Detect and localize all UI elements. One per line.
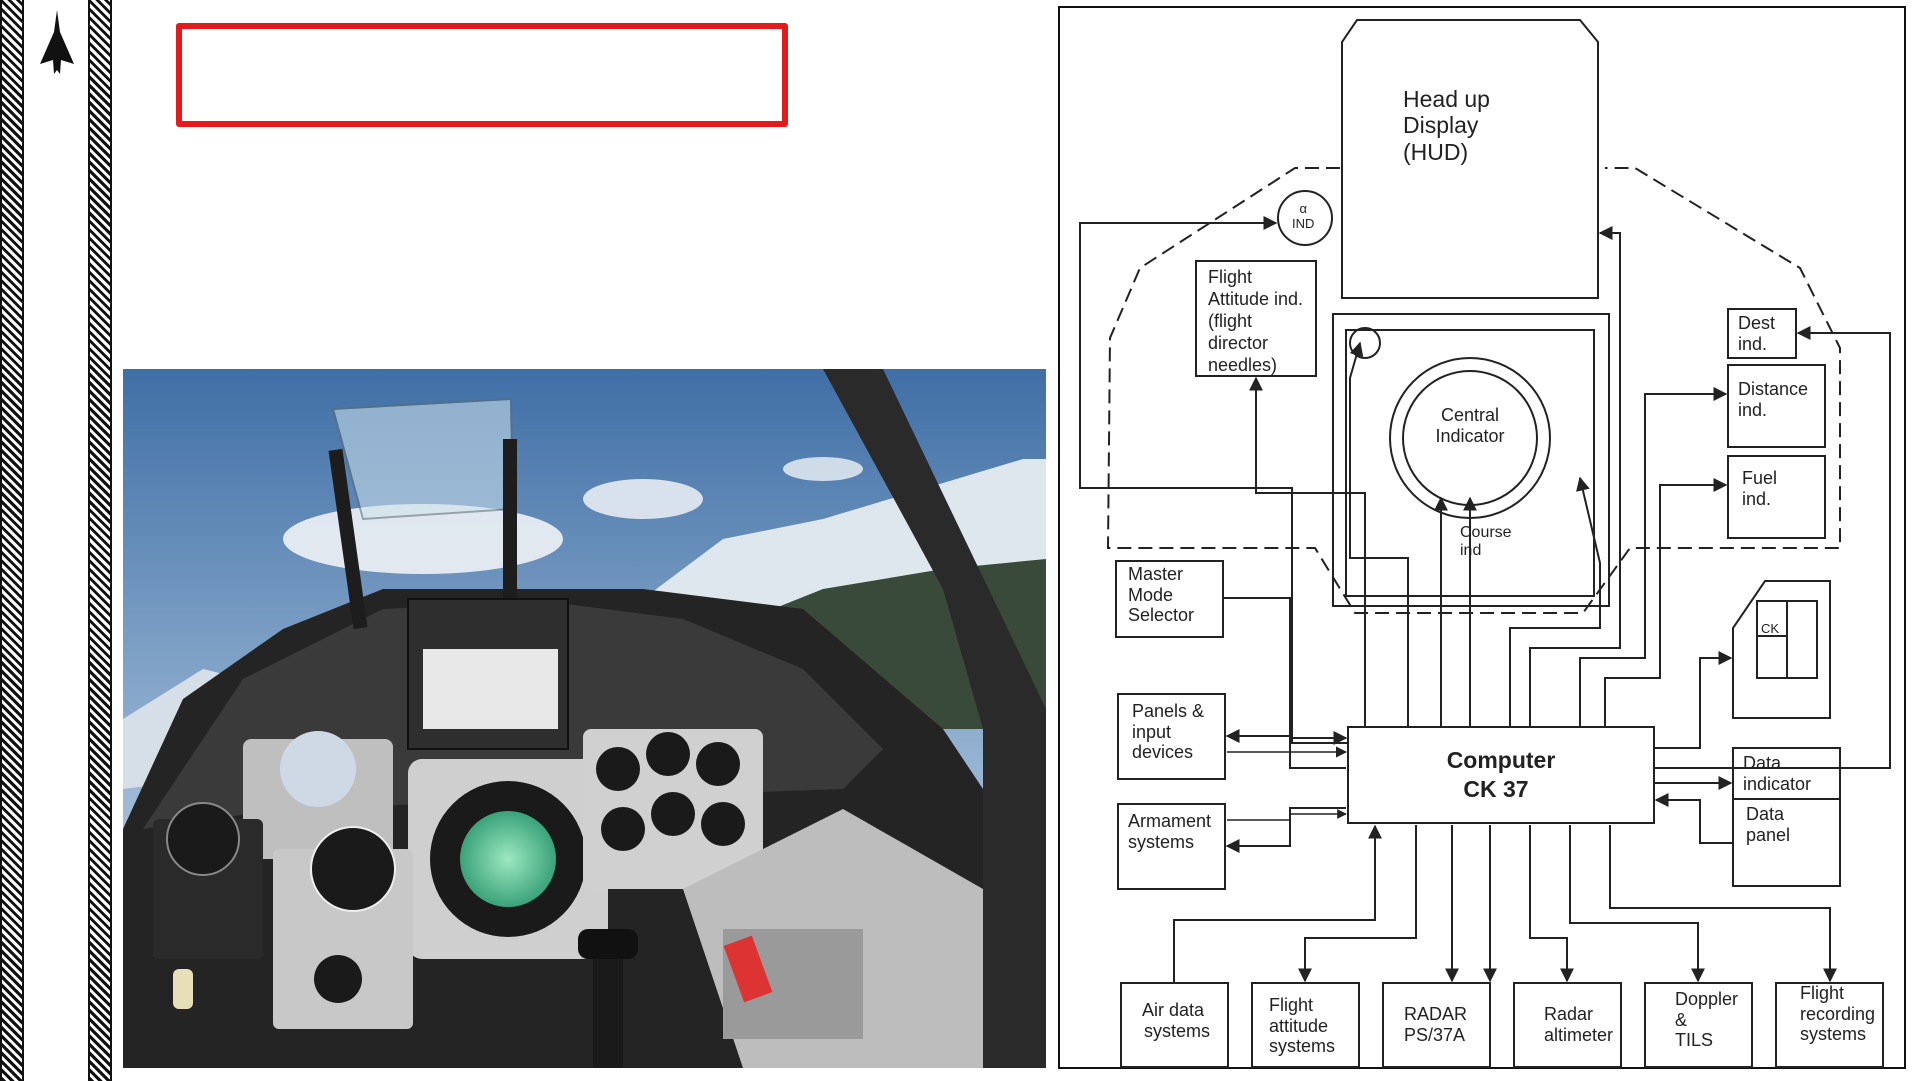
radar-altimeter-label-line-1: Radar [1544,1004,1594,1024]
hud-label-line-3: (HUD) [1403,138,1469,165]
flight-attitude-ind-label-line-1: Flight [1208,267,1253,287]
system-block-diagram: Head up Display (HUD) α IND Flight Attit… [1058,6,1906,1069]
dest-ind-label-line-2: ind. [1738,333,1768,354]
panels-input-label: Panels & input devices [1132,701,1204,763]
master-mode-selector-label-line-2: Mode [1128,584,1174,605]
armament-label-line-2: systems [1128,831,1195,852]
flight-attitude-ind-label-line-5: needles) [1208,354,1278,375]
data-indicator-label-line-1: Data [1743,753,1782,773]
air-data-label-line-2: systems [1144,1020,1211,1041]
dest-ind-label-line-1: Dest [1738,313,1776,333]
alpha-ind-label-line-2: IND [1292,215,1315,231]
hud-label-line-1: Head up [1403,86,1490,112]
fuel-ind-label-line-1: Fuel [1742,468,1778,488]
flight-attitude-systems-label: Flight attitude systems [1269,995,1335,1057]
left-hatch-bar [0,0,24,1081]
fuel-ind-label-line-2: ind. [1742,488,1772,509]
panels-input-label-line-1: Panels & [1132,701,1205,721]
flight-attitude-ind-label: Flight Attitude ind. (flight director ne… [1208,267,1303,377]
flight-attitude-ind-label-line-4: director [1208,332,1269,353]
right-hatch-bar [88,0,112,1081]
ck-label: CK [1761,621,1780,636]
alpha-ind-label-line-1: α [1299,201,1307,216]
panels-input-label-line-3: devices [1132,742,1194,763]
doppler-label-line-3: TILS [1675,1030,1714,1051]
data-indicator-label: Data indicator [1743,753,1811,794]
computer-label-line-2: CK 37 [1463,775,1529,802]
hud-label: Head up Display (HUD) [1403,86,1490,165]
radar-altimeter-label-line-2: altimeter [1544,1024,1614,1045]
data-panel-label-line-1: Data [1746,804,1785,824]
doppler-label: Doppler & TILS [1675,989,1738,1051]
aircraft-logo-icon [40,10,74,74]
flight-recording-label-line-3: systems [1800,1024,1867,1045]
course-ind-label-line-1: Course [1460,524,1512,541]
alpha-ind-label: α IND [1292,201,1315,232]
flight-attitude-ind-label-line-3: (flight [1208,310,1253,331]
central-indicator-label: Central Indicator [1405,405,1535,446]
cockpit-photo [123,369,1046,1068]
hud-label-line-2: Display [1403,112,1479,139]
computer-label: Computer CK 37 [1348,746,1654,804]
doppler-label-line-1: Doppler [1675,989,1739,1009]
flight-attitude-systems-label-line-2: attitude [1269,1015,1329,1036]
radar-label-line-1: RADAR [1404,1004,1468,1024]
radar-altimeter-label: Radar altimeter [1544,1004,1613,1045]
central-indicator-label-line-1: Central [1440,405,1500,425]
air-data-label: Air data systems [1142,1000,1210,1041]
data-indicator-label-line-2: indicator [1743,773,1812,794]
armament-label-line-1: Armament [1128,811,1212,831]
fuel-ind-label: Fuel ind. [1742,468,1777,509]
flight-recording-label: Flight recording systems [1800,983,1875,1045]
dest-ind-label: Dest ind. [1738,313,1775,354]
distance-ind-label: Distance ind. [1738,379,1808,420]
flight-attitude-systems-label-line-1: Flight [1269,995,1314,1015]
radar-label-line-2: PS/37A [1404,1024,1466,1045]
title-box [176,23,788,127]
course-ind-label-line-2: ind [1460,542,1482,560]
data-panel-label-line-2: panel [1746,824,1791,845]
course-ind-label: Course ind [1460,524,1512,561]
distance-ind-label-line-2: ind. [1738,399,1768,420]
flight-attitude-systems-label-line-3: systems [1269,1036,1336,1057]
flight-attitude-ind-label-line-2: Attitude ind. [1208,288,1304,309]
master-mode-selector-label-line-3: Selector [1128,605,1195,626]
doppler-label-line-2: & [1675,1009,1688,1030]
distance-ind-label-line-1: Distance [1738,379,1809,399]
cockpit-photo-illustration [123,369,1046,1068]
master-mode-selector-label: Master Mode Selector [1128,564,1194,626]
computer-label-line-1: Computer [1446,747,1556,773]
armament-label: Armament systems [1128,811,1211,852]
data-panel-label: Data panel [1746,804,1790,845]
panels-input-label-line-2: input [1132,721,1172,742]
air-data-label-line-1: Air data [1142,1000,1205,1020]
central-indicator-label-line-2: Indicator [1435,425,1505,446]
flight-recording-label-line-2: recording [1800,1003,1876,1024]
flight-recording-label-line-1: Flight [1800,983,1845,1003]
master-mode-selector-label-line-1: Master [1128,564,1184,584]
radar-label: RADAR PS/37A [1404,1004,1467,1045]
